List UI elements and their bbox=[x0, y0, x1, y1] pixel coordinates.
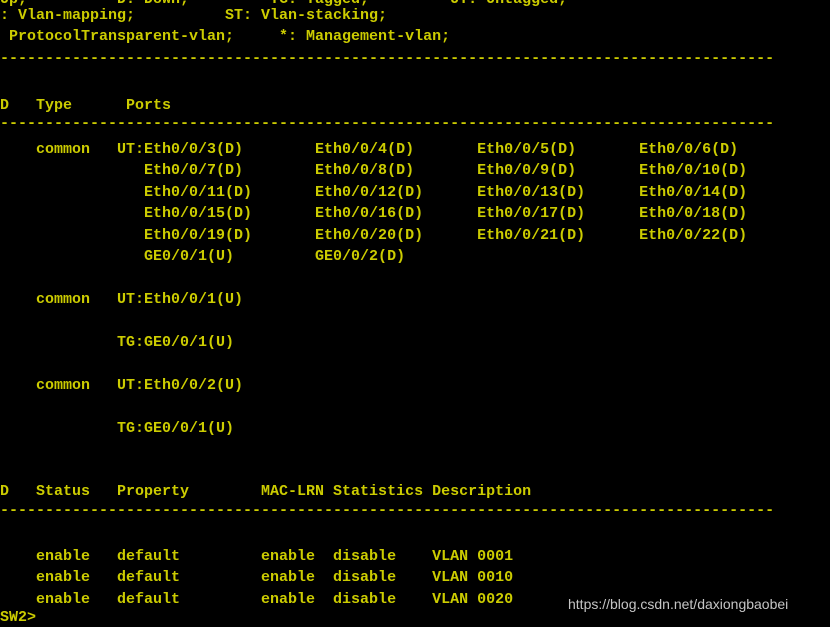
ports-table-row: GE0/0/1(U) GE0/0/2(D) bbox=[0, 248, 406, 265]
separator-rule-status: ----------------------------------------… bbox=[0, 502, 775, 519]
ports-table-row: Eth0/0/11(D) Eth0/0/12(D) Eth0/0/13(D) E… bbox=[0, 184, 748, 201]
ports-table-row bbox=[0, 354, 830, 376]
ports-table-row: common UT:Eth0/0/1(U) bbox=[0, 291, 244, 308]
legend-line-2: : Vlan-mapping; ST: Vlan-stacking; bbox=[0, 7, 388, 24]
ports-table-row bbox=[0, 397, 830, 419]
ports-table-row: Eth0/0/15(D) Eth0/0/16(D) Eth0/0/17(D) E… bbox=[0, 205, 748, 222]
status-table-row: enable default enable disable VLAN 0010 bbox=[0, 569, 514, 586]
ports-table-row: common UT:Eth0/0/3(D) Eth0/0/4(D) Eth0/0… bbox=[0, 141, 739, 158]
legend-line-3: ProtocolTransparent-vlan; *: Management-… bbox=[0, 28, 451, 45]
separator-rule-ports: ----------------------------------------… bbox=[0, 115, 775, 132]
ports-table-row: TG:GE0/0/1(U) bbox=[0, 334, 235, 351]
ports-table-row: Eth0/0/7(D) Eth0/0/8(D) Eth0/0/9(D) Eth0… bbox=[0, 162, 748, 179]
ports-table-row: TG:GE0/0/1(U) bbox=[0, 420, 235, 437]
status-table-row: enable default enable disable VLAN 0001 bbox=[0, 548, 514, 565]
ports-table-row: common UT:Eth0/0/2(U) bbox=[0, 377, 244, 394]
ports-table-row: Eth0/0/19(D) Eth0/0/20(D) Eth0/0/21(D) E… bbox=[0, 227, 748, 244]
ports-table-row bbox=[0, 268, 830, 290]
ports-table-row bbox=[0, 311, 830, 333]
watermark-url: https://blog.csdn.net/daxiongbaobei bbox=[568, 596, 789, 612]
terminal-output: Up; D: Down; TG: Tagged; UT: Untagged; :… bbox=[0, 0, 830, 627]
separator-rule-top: ----------------------------------------… bbox=[0, 50, 775, 67]
